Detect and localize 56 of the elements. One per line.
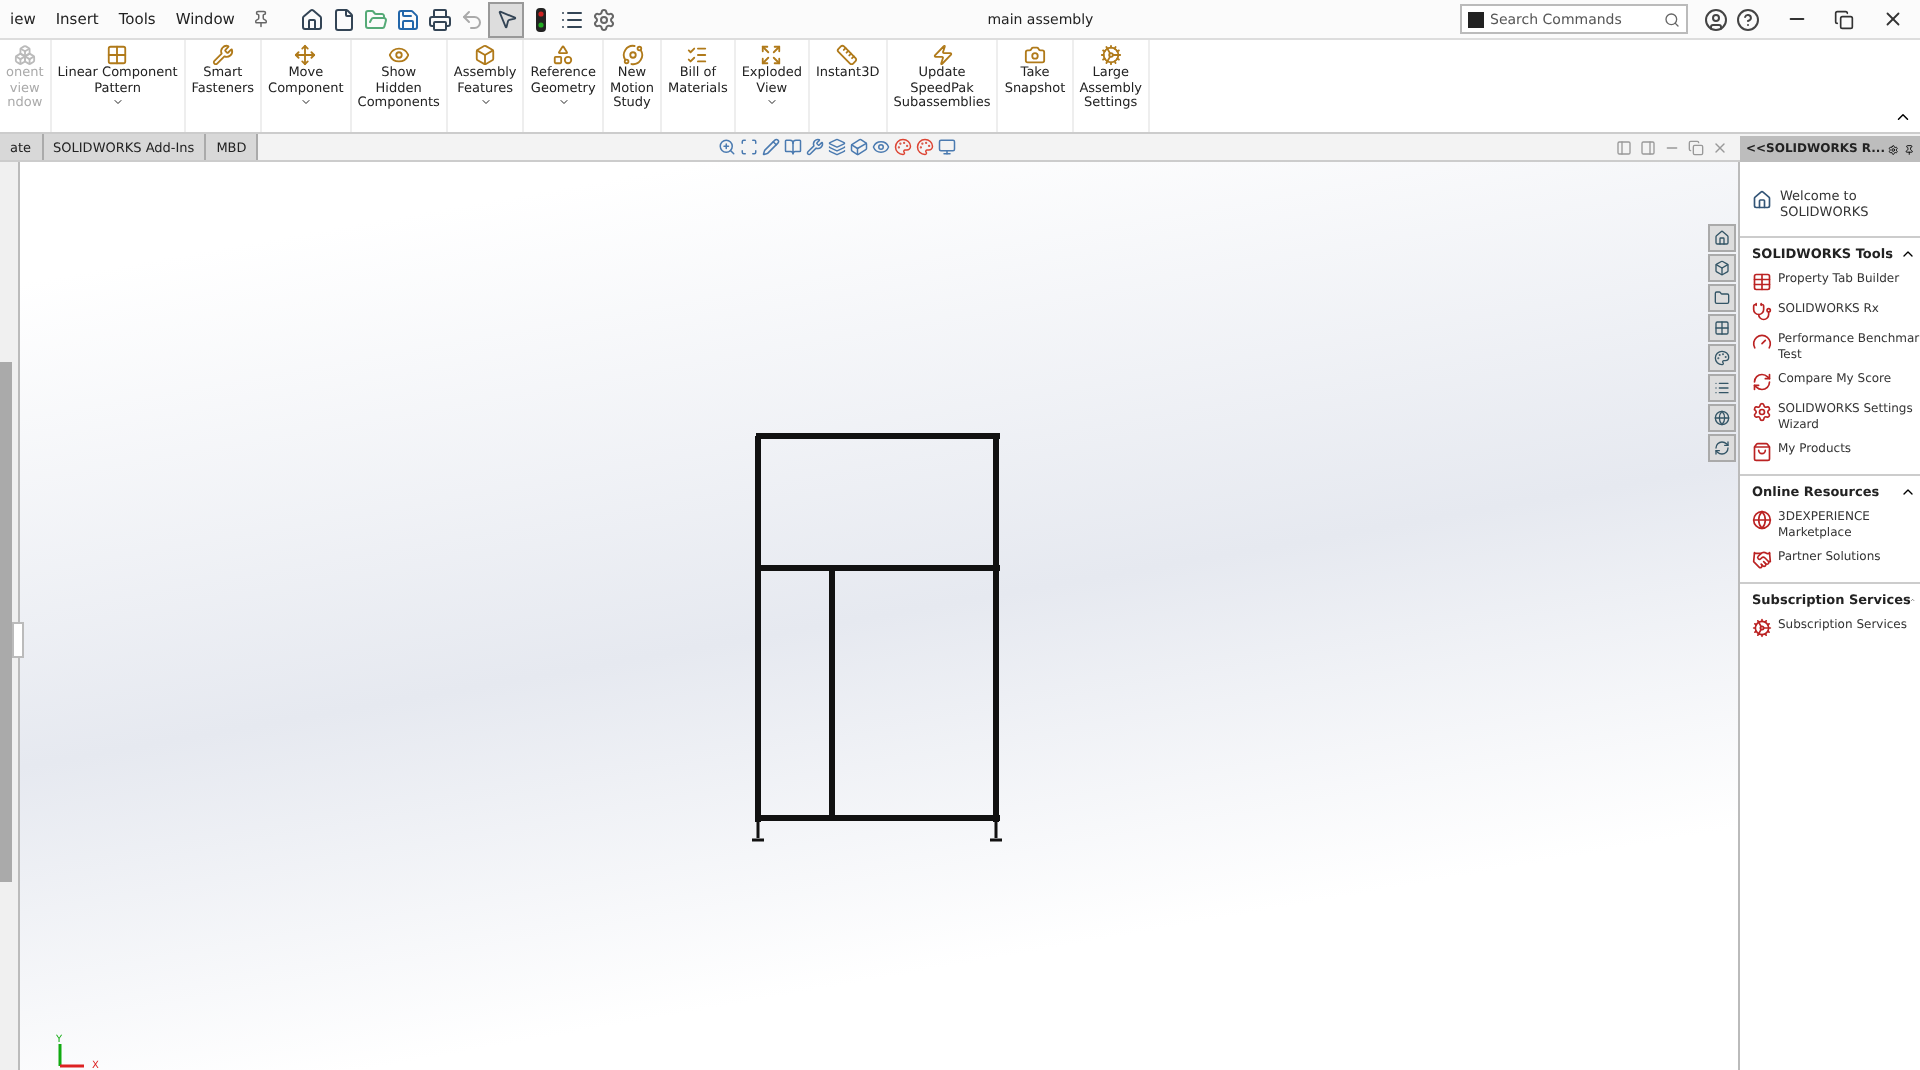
cube-icon[interactable] xyxy=(1708,254,1736,282)
book-icon[interactable] xyxy=(784,138,803,156)
collapse-handle[interactable] xyxy=(12,622,24,658)
pin-icon[interactable] xyxy=(1903,141,1914,157)
checklist-icon xyxy=(686,44,709,66)
handshake-icon xyxy=(1752,550,1772,570)
folder-icon[interactable] xyxy=(1708,284,1736,312)
list-icon[interactable] xyxy=(1708,374,1736,402)
eye-icon xyxy=(387,44,410,66)
print-icon[interactable] xyxy=(424,3,457,35)
globe-icon[interactable] xyxy=(1708,404,1736,432)
orbit-icon xyxy=(621,44,643,66)
settings-icon xyxy=(1752,402,1772,422)
table-icon xyxy=(1752,272,1772,292)
palette-icon[interactable] xyxy=(916,138,935,156)
boxes-icon xyxy=(13,44,36,66)
help-icon[interactable] xyxy=(1732,3,1764,35)
search-icon[interactable] xyxy=(1664,11,1680,27)
monitor-icon[interactable] xyxy=(938,138,957,156)
settings-icon[interactable] xyxy=(1888,141,1900,157)
camera-icon xyxy=(1024,44,1046,66)
home-icon[interactable] xyxy=(1708,224,1736,252)
palette-icon[interactable] xyxy=(1708,344,1736,372)
wrench-icon xyxy=(211,44,234,66)
zoom-icon[interactable] xyxy=(718,138,737,156)
collapse-icon[interactable] xyxy=(1900,246,1916,262)
refresh-icon xyxy=(1752,372,1772,392)
gauge-icon xyxy=(1752,332,1772,352)
zoom-area-icon[interactable] xyxy=(740,138,759,156)
scrollbar[interactable] xyxy=(0,362,12,882)
gear-icon xyxy=(1752,618,1772,638)
eye-icon[interactable] xyxy=(872,138,891,156)
bag-icon xyxy=(1752,442,1772,462)
pencil-icon[interactable] xyxy=(762,138,781,156)
gear-icon xyxy=(1099,44,1122,66)
grid-icon[interactable] xyxy=(1708,314,1736,342)
user-icon[interactable] xyxy=(1700,3,1732,35)
home-icon xyxy=(1752,190,1772,210)
ruler-icon xyxy=(836,44,859,66)
terminal-icon xyxy=(1468,11,1484,27)
refresh-icon[interactable] xyxy=(1708,434,1736,462)
select-pointer-icon[interactable] xyxy=(488,1,525,37)
shapes-icon xyxy=(552,44,575,66)
wrench-icon[interactable] xyxy=(806,138,825,156)
collapse-icon[interactable] xyxy=(1900,484,1916,500)
globe-icon xyxy=(1752,510,1772,530)
move-icon xyxy=(294,44,317,66)
lightning-icon xyxy=(931,44,954,66)
palette-icon[interactable] xyxy=(894,138,913,156)
cube-icon xyxy=(474,44,497,66)
expand-icon xyxy=(760,44,783,66)
grid-icon xyxy=(106,44,129,66)
collapse-ribbon-icon[interactable] xyxy=(1894,108,1912,126)
stethoscope-icon xyxy=(1752,302,1772,322)
layers-icon[interactable] xyxy=(828,138,847,156)
cube-icon[interactable] xyxy=(850,138,869,156)
